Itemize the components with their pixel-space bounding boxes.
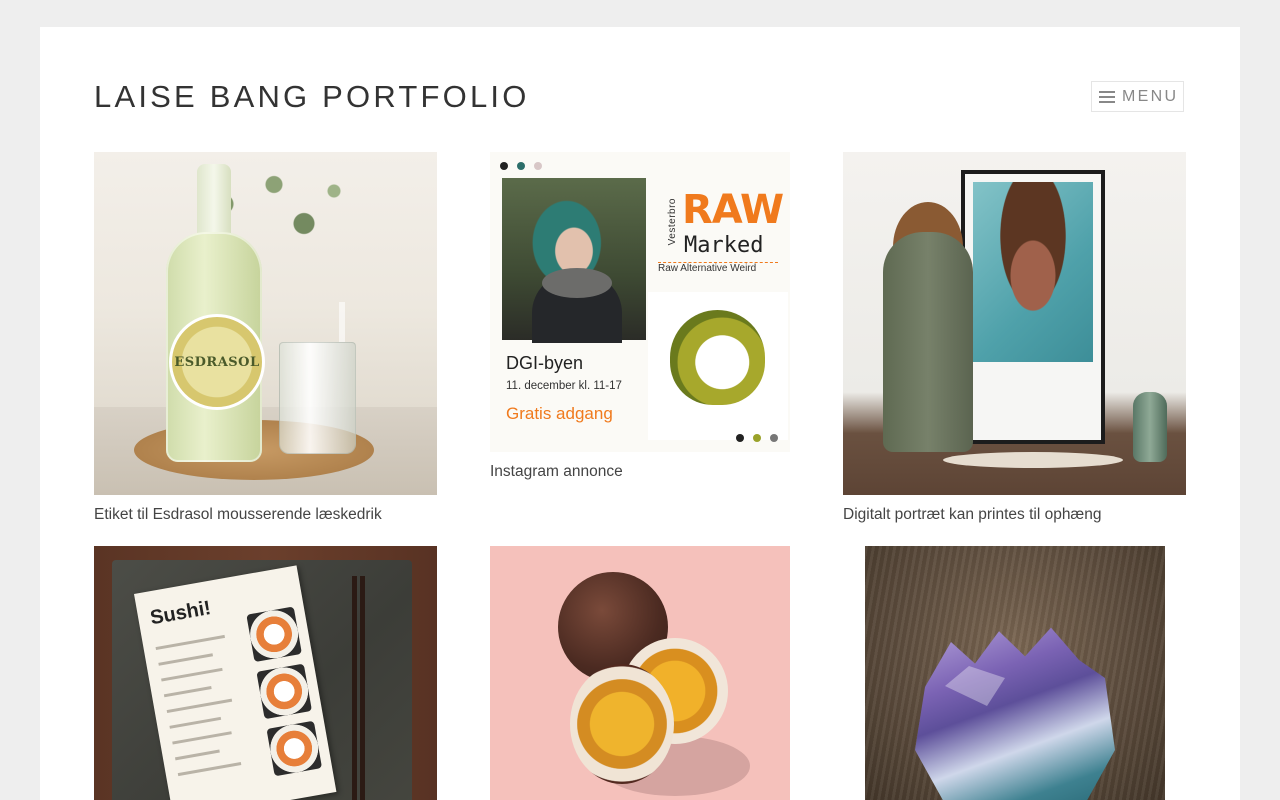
bottle-label-text: ESDRASOL — [174, 354, 260, 370]
marked-text: Marked — [684, 233, 764, 258]
portfolio-thumbnail-sushi[interactable]: Sushi! — [94, 546, 437, 800]
portfolio-caption[interactable]: Etiket til Esdrasol mousserende læskedri… — [94, 506, 382, 524]
bottle-label: ESDRASOL — [169, 314, 265, 410]
frame-canvas — [965, 174, 1101, 440]
portfolio-thumbnail-esdrasol[interactable]: ESDRASOL — [94, 152, 437, 495]
menu-label: MENU — [1122, 87, 1179, 105]
venue-text: DGI-byen — [506, 353, 584, 373]
model-photo — [502, 178, 646, 343]
dots-decoration — [736, 434, 778, 442]
drinking-glass — [279, 342, 356, 454]
tagline-text: Raw Alternative Weird — [658, 263, 757, 274]
chopstick — [360, 576, 365, 800]
sushi-roll — [246, 606, 302, 663]
vase — [1133, 392, 1167, 462]
dots-decoration — [500, 162, 542, 170]
sushi-roll — [266, 720, 323, 777]
menu-button[interactable]: MENU — [1091, 81, 1184, 112]
woman-figure — [883, 232, 973, 452]
glass-highlight — [339, 302, 345, 342]
site-title[interactable]: LAISE BANG PORTFOLIO — [94, 75, 530, 119]
page-container: LAISE BANG PORTFOLIO MENU ESDRASOL Etike… — [40, 27, 1240, 800]
admission-text: Gratis adgang — [506, 404, 613, 423]
ring — [670, 310, 765, 405]
sushi-menu-title: Sushi! — [148, 597, 213, 630]
portfolio-thumbnail-instagram[interactable]: Vesterbro RAW Marked Raw Alternative Wei… — [490, 152, 790, 452]
portrait-artwork — [973, 182, 1093, 362]
sushi-roll — [256, 663, 312, 720]
raw-text: RAW — [682, 187, 784, 233]
model-scarf — [542, 268, 612, 298]
portfolio-thumbnail-passion-fruit[interactable] — [490, 546, 790, 800]
vesterbro-text: Vesterbro — [667, 198, 678, 246]
fruit-half — [570, 664, 674, 784]
date-text: 11. december kl. 11-17 — [506, 380, 622, 392]
picture-frame — [961, 170, 1105, 444]
portfolio-thumbnail-crystal[interactable] — [865, 546, 1165, 800]
portfolio-caption[interactable]: Digitalt portræt kan printes til ophæng — [843, 506, 1101, 524]
chopstick — [352, 576, 357, 800]
portfolio-caption[interactable]: Instagram annonce — [490, 463, 623, 481]
portfolio-thumbnail-portrait[interactable] — [843, 152, 1186, 495]
hamburger-icon — [1099, 90, 1115, 103]
bowls — [943, 452, 1123, 468]
ring-photo — [648, 292, 788, 440]
